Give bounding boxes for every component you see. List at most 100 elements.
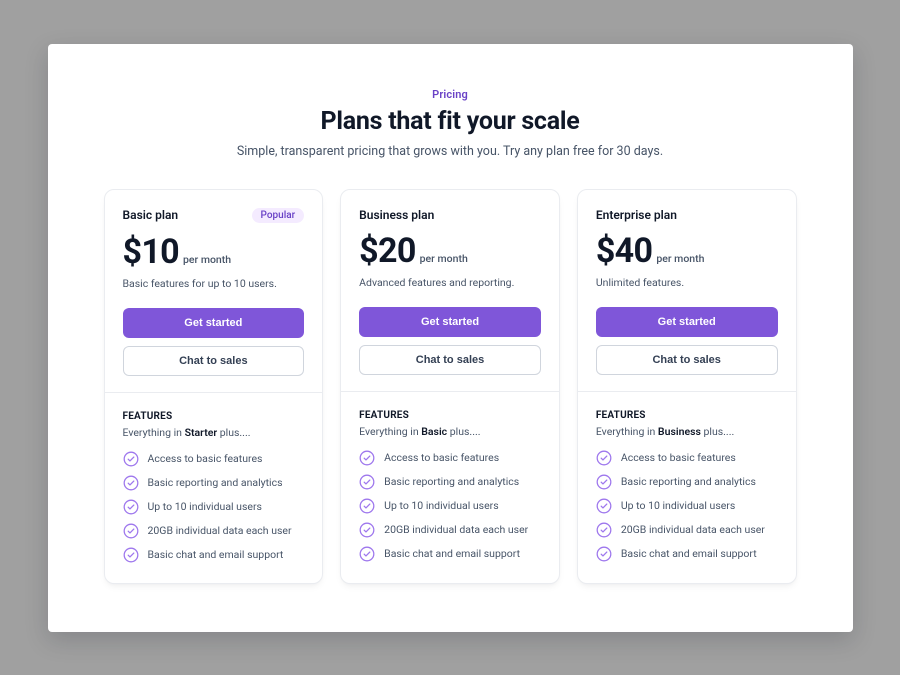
check-circle-icon xyxy=(596,450,612,466)
features-title: FEATURES xyxy=(123,411,305,422)
check-circle-icon xyxy=(359,522,375,538)
price-suffix: per month xyxy=(656,252,704,265)
feature-item: Access to basic features xyxy=(123,451,305,467)
feature-text: Basic reporting and analytics xyxy=(621,475,756,488)
feature-text: Basic chat and email support xyxy=(621,547,757,560)
feature-text: Up to 10 individual users xyxy=(621,499,735,512)
features-lead-strong: Basic xyxy=(421,425,447,438)
feature-item: Basic chat and email support xyxy=(596,546,778,562)
feature-item: Up to 10 individual users xyxy=(359,498,541,514)
feature-item: Access to basic features xyxy=(596,450,778,466)
features-list: Access to basic features Basic reporting… xyxy=(596,450,778,562)
page-subtitle: Simple, transparent pricing that grows w… xyxy=(104,144,797,159)
features-lead-prefix: Everything in xyxy=(359,425,421,438)
feature-text: 20GB individual data each user xyxy=(384,523,528,536)
price-row: $20 per month xyxy=(359,234,541,268)
price-row: $10 per month xyxy=(123,235,305,269)
price: $10 xyxy=(123,235,179,269)
price: $20 xyxy=(359,234,415,268)
price: $40 xyxy=(596,234,652,268)
plan-head: Basic plan Popular xyxy=(123,208,305,223)
feature-item: Up to 10 individual users xyxy=(596,498,778,514)
page-title: Plans that fit your scale xyxy=(104,107,797,136)
features-title: FEATURES xyxy=(596,410,778,421)
feature-item: Basic chat and email support xyxy=(123,547,305,563)
feature-text: 20GB individual data each user xyxy=(621,523,765,536)
features-lead-strong: Starter xyxy=(185,426,218,439)
check-circle-icon xyxy=(123,475,139,491)
chat-to-sales-button[interactable]: Chat to sales xyxy=(123,346,305,376)
plan-business: Business plan $20 per month Advanced fea… xyxy=(340,189,560,584)
feature-text: 20GB individual data each user xyxy=(148,524,292,537)
plan-name: Enterprise plan xyxy=(596,208,677,222)
plan-basic: Basic plan Popular $10 per month Basic f… xyxy=(104,189,324,584)
get-started-button[interactable]: Get started xyxy=(359,307,541,337)
chat-to-sales-button[interactable]: Chat to sales xyxy=(596,345,778,375)
feature-item: 20GB individual data each user xyxy=(596,522,778,538)
plan-features: FEATURES Everything in Starter plus.... … xyxy=(105,393,323,583)
plan-name: Business plan xyxy=(359,208,434,222)
check-circle-icon xyxy=(359,546,375,562)
features-lead: Everything in Business plus.... xyxy=(596,425,778,438)
plan-desc: Basic features for up to 10 users. xyxy=(123,277,305,290)
plan-features: FEATURES Everything in Business plus....… xyxy=(578,392,796,582)
feature-text: Basic chat and email support xyxy=(384,547,520,560)
feature-text: Basic reporting and analytics xyxy=(148,476,283,489)
get-started-button[interactable]: Get started xyxy=(123,308,305,338)
check-circle-icon xyxy=(123,499,139,515)
get-started-button[interactable]: Get started xyxy=(596,307,778,337)
check-circle-icon xyxy=(596,474,612,490)
features-list: Access to basic features Basic reporting… xyxy=(359,450,541,562)
feature-item: Basic reporting and analytics xyxy=(596,474,778,490)
features-lead: Everything in Starter plus.... xyxy=(123,426,305,439)
feature-text: Access to basic features xyxy=(148,452,263,465)
features-title: FEATURES xyxy=(359,410,541,421)
feature-item: Basic reporting and analytics xyxy=(359,474,541,490)
features-lead: Everything in Basic plus.... xyxy=(359,425,541,438)
check-circle-icon xyxy=(359,498,375,514)
feature-item: 20GB individual data each user xyxy=(123,523,305,539)
pricing-page: Pricing Plans that fit your scale Simple… xyxy=(48,44,853,632)
feature-text: Access to basic features xyxy=(384,451,499,464)
feature-item: 20GB individual data each user xyxy=(359,522,541,538)
chat-to-sales-button[interactable]: Chat to sales xyxy=(359,345,541,375)
plan-head: Enterprise plan xyxy=(596,208,778,222)
feature-item: Basic reporting and analytics xyxy=(123,475,305,491)
feature-text: Up to 10 individual users xyxy=(148,500,262,513)
features-list: Access to basic features Basic reporting… xyxy=(123,451,305,563)
plan-top: Basic plan Popular $10 per month Basic f… xyxy=(105,190,323,393)
feature-text: Up to 10 individual users xyxy=(384,499,498,512)
price-row: $40 per month xyxy=(596,234,778,268)
check-circle-icon xyxy=(123,523,139,539)
plan-desc: Advanced features and reporting. xyxy=(359,276,541,289)
plan-name: Basic plan xyxy=(123,208,179,222)
feature-item: Access to basic features xyxy=(359,450,541,466)
plan-top: Enterprise plan $40 per month Unlimited … xyxy=(578,190,796,392)
check-circle-icon xyxy=(359,450,375,466)
check-circle-icon xyxy=(123,451,139,467)
plan-enterprise: Enterprise plan $40 per month Unlimited … xyxy=(577,189,797,584)
price-suffix: per month xyxy=(183,253,231,266)
price-suffix: per month xyxy=(420,252,468,265)
check-circle-icon xyxy=(596,498,612,514)
feature-text: Basic chat and email support xyxy=(148,548,284,561)
plan-features: FEATURES Everything in Basic plus.... Ac… xyxy=(341,392,559,582)
check-circle-icon xyxy=(123,547,139,563)
feature-text: Basic reporting and analytics xyxy=(384,475,519,488)
plan-head: Business plan xyxy=(359,208,541,222)
check-circle-icon xyxy=(596,546,612,562)
features-lead-prefix: Everything in xyxy=(123,426,185,439)
plan-desc: Unlimited features. xyxy=(596,276,778,289)
features-lead-strong: Business xyxy=(658,425,701,438)
plans-row: Basic plan Popular $10 per month Basic f… xyxy=(104,189,797,584)
check-circle-icon xyxy=(359,474,375,490)
eyebrow: Pricing xyxy=(104,88,797,101)
features-lead-suffix: plus.... xyxy=(447,425,480,438)
badge-popular: Popular xyxy=(252,208,305,223)
features-lead-suffix: plus.... xyxy=(701,425,734,438)
features-lead-prefix: Everything in xyxy=(596,425,658,438)
feature-item: Up to 10 individual users xyxy=(123,499,305,515)
feature-text: Access to basic features xyxy=(621,451,736,464)
check-circle-icon xyxy=(596,522,612,538)
plan-top: Business plan $20 per month Advanced fea… xyxy=(341,190,559,392)
